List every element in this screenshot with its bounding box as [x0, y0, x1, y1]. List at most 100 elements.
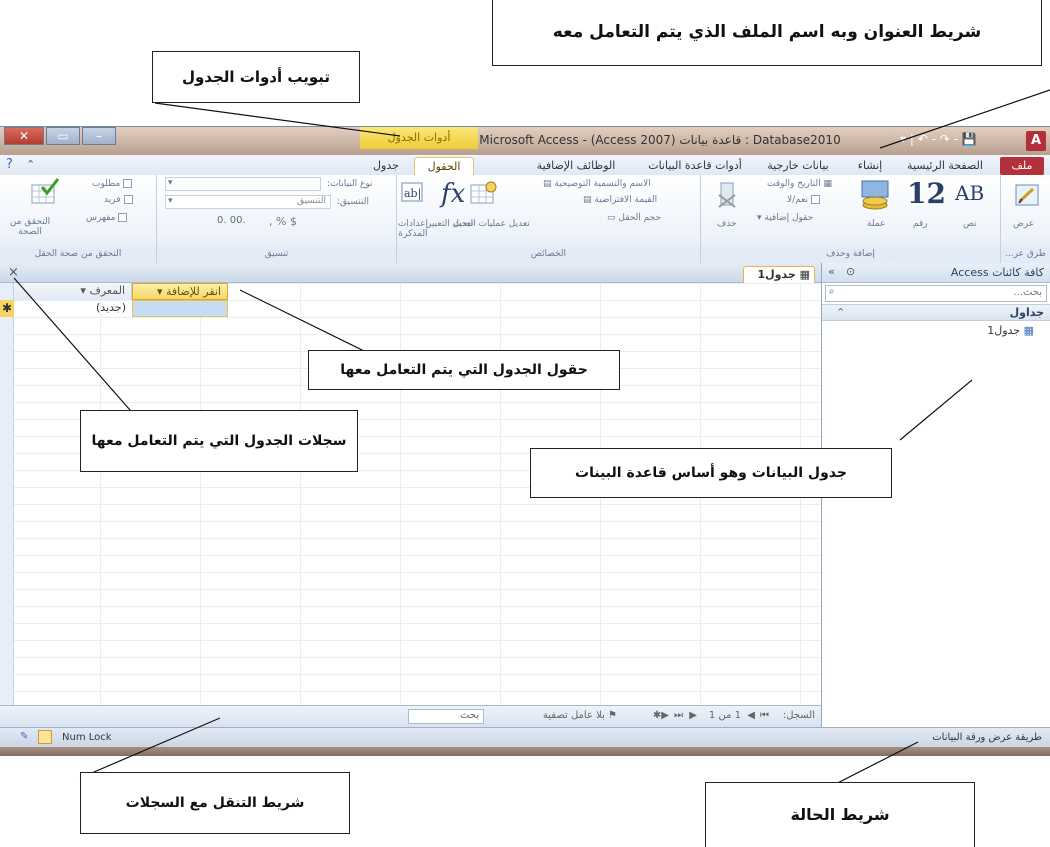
callout-record-nav-bar: شريط التنقل مع السجلات	[80, 772, 350, 834]
view-icon[interactable]	[1013, 181, 1041, 209]
ribbon-group-add-delete: AB نص 12 رقم عملة ▦ التاريخ والوقت نعم/ل…	[700, 175, 1000, 263]
help-icon[interactable]: ?	[6, 157, 13, 172]
document-tab-table1[interactable]: ▦ جدول1	[743, 266, 815, 283]
record-position[interactable]: 1 من 1	[709, 710, 741, 721]
collapse-icon[interactable]: ⌃	[836, 306, 845, 319]
window-title: Microsoft Access - (Access 2007) قاعدة ب…	[479, 133, 841, 147]
delete-field-button[interactable]: حذف	[717, 219, 737, 229]
unique-checkbox[interactable]: فريد	[104, 195, 133, 205]
required-checkbox[interactable]: مطلوب	[92, 179, 133, 189]
status-bar: طريقة عرض ورقة البيانات Num Lock ✎	[0, 727, 1050, 747]
calendar-icon: ▦	[820, 179, 832, 189]
design-view-icon[interactable]: ✎	[20, 731, 28, 742]
no-filter-button[interactable]: ⚑ بلا عامل تصفية	[543, 710, 617, 721]
callout-title-bar: شريط العنوان وبه اسم الملف الذي يتم التع…	[492, 0, 1042, 66]
callout-status-bar: شريط الحالة	[705, 782, 975, 847]
shutter-bar-icon[interactable]: »	[828, 265, 835, 278]
document-tab-bar: × ▦ جدول1	[0, 263, 821, 283]
last-record-icon[interactable]: ⏭	[674, 710, 683, 721]
tab-fields[interactable]: الحقول	[414, 157, 474, 175]
currency-button[interactable]: عملة	[867, 219, 885, 229]
fx-icon[interactable]: fx	[441, 179, 465, 209]
ribbon-group-validation: مطلوب فريد مفهرس التحقق من الصحة التحقق …	[0, 175, 156, 263]
ribbon-group-label-views: طرق عر...	[1001, 249, 1050, 263]
date-time-button[interactable]: ▦ التاريخ والوقت	[767, 179, 832, 189]
data-type-select[interactable]: ▾	[165, 177, 321, 191]
ribbon-group-label-add-delete: إضافة وحذف	[701, 249, 1000, 263]
ribbon-group-label-validation: التحقق من صحة الحقل	[0, 249, 156, 263]
memo-settings-button[interactable]: إعدادات المذكرة	[397, 219, 429, 239]
nav-group-tables[interactable]: جداول ⌃	[822, 304, 1050, 321]
text-field-button[interactable]: نص	[963, 219, 977, 229]
validation-button[interactable]: التحقق من الصحة	[4, 217, 56, 237]
minimize-ribbon-icon[interactable]: ⌃	[26, 158, 35, 171]
yes-no-button[interactable]: نعم/لا	[787, 195, 821, 205]
tab-table[interactable]: جدول	[362, 157, 410, 175]
view-button-label[interactable]: عرض	[1013, 219, 1034, 229]
minimize-icon: –	[96, 129, 102, 143]
close-document-icon[interactable]: ×	[8, 265, 19, 280]
datasheet-view-icon[interactable]	[38, 730, 52, 744]
tab-home[interactable]: الصفحة الرئيسية	[900, 157, 990, 175]
callout-table-records: سجلات الجدول التي يتم التعامل معها	[80, 410, 358, 472]
ribbon-group-views: عرض طرق عر...	[1000, 175, 1050, 263]
first-record-icon[interactable]: ⏮	[760, 710, 769, 721]
validation-icon[interactable]	[30, 177, 60, 210]
close-button[interactable]: ✕	[4, 127, 44, 145]
chevron-down-icon[interactable]: ⊙	[846, 265, 855, 278]
contextual-tab-title: أدوات الجدول	[360, 127, 478, 149]
tab-file[interactable]: ملف	[1000, 157, 1044, 175]
currency-icon[interactable]	[859, 179, 893, 214]
modify-lookups-icon[interactable]	[469, 179, 499, 210]
checkbox-icon	[123, 179, 133, 188]
tab-create[interactable]: إنشاء	[846, 157, 894, 175]
tab-database-tools[interactable]: أدوات قاعدة البيانات	[640, 157, 750, 175]
tab-external-data[interactable]: بيانات خارجية	[756, 157, 840, 175]
modify-expression-button[interactable]: تعديل التعبير	[427, 219, 473, 229]
default-value-button[interactable]: القيمة الافتراضية ▤	[583, 195, 657, 205]
nav-search-input[interactable]: بحث... ⌕	[825, 285, 1047, 302]
name-caption-button[interactable]: الاسم والتسمية التوضيحية ▤	[543, 179, 651, 189]
previous-record-icon[interactable]: ◀	[747, 710, 755, 721]
format-select[interactable]: ▾ التنسيق	[165, 195, 331, 209]
data-type-label: نوع البيانات:	[327, 179, 373, 189]
more-fields-button[interactable]: حقول إضافية ▾	[757, 213, 813, 223]
nav-item-table1[interactable]: ▦ جدول1	[822, 321, 1050, 340]
decimal-buttons[interactable]: .00 .0	[217, 215, 246, 226]
record-navigation-bar: السجل: ⏮ ◀ 1 من 1 ▶ ⏭ ▶✱ ⚑ بلا عامل تصفي…	[0, 705, 821, 727]
checkbox-icon	[118, 213, 128, 222]
field-size-button[interactable]: حجم الحقل ▭	[607, 213, 661, 223]
record-label: السجل:	[782, 710, 815, 721]
checkbox-icon	[123, 195, 133, 204]
format-label: التنسيق:	[337, 197, 369, 207]
record-selector-column[interactable]	[0, 283, 14, 705]
new-record-add-cell[interactable]	[132, 300, 228, 317]
nav-pane-header[interactable]: كافة كائنات Access » ⊙	[822, 263, 1050, 283]
currency-percent-buttons[interactable]: $ % ,	[269, 215, 297, 228]
access-app-icon[interactable]: A	[1026, 131, 1046, 151]
text-field-icon[interactable]: AB	[955, 181, 984, 205]
record-search-input[interactable]: بحث	[408, 709, 484, 724]
tab-add-ins[interactable]: الوظائف الإضافية	[520, 157, 632, 175]
restore-button[interactable]: ▭	[46, 127, 80, 145]
number-field-button[interactable]: رقم	[913, 219, 928, 229]
memo-settings-icon[interactable]: ab|	[401, 181, 425, 208]
next-record-icon[interactable]: ▶	[689, 710, 697, 721]
number-field-icon[interactable]: 12	[907, 177, 946, 210]
close-icon: ✕	[18, 129, 30, 143]
quick-access-toolbar[interactable]: ▾ | ↶ - ↷ - 💾	[900, 132, 977, 146]
new-record-marker: ✱	[0, 300, 14, 317]
column-header-click-to-add[interactable]: انقر للإضافة ▾	[132, 283, 228, 300]
window-bottom-edge	[0, 747, 1050, 756]
indexed-checkbox[interactable]: مفهرس	[86, 213, 128, 223]
new-record-id-cell[interactable]: (جديد)	[14, 300, 132, 317]
table-icon: ▦	[1020, 324, 1034, 337]
new-record-icon[interactable]: ▶✱	[653, 710, 669, 721]
chevron-down-icon: ▾	[168, 196, 173, 206]
delete-field-icon[interactable]	[715, 181, 739, 212]
chevron-down-icon: ▾	[168, 178, 173, 188]
column-header-id[interactable]: المعرف ▾	[14, 283, 132, 300]
minimize-button[interactable]: –	[82, 127, 116, 145]
callout-data-table: جدول البيانات وهو أساس قاعدة البينات	[530, 448, 892, 498]
ribbon-tab-row: ? ⌃ ملف الصفحة الرئيسية إنشاء بيانات خار…	[0, 155, 1050, 175]
